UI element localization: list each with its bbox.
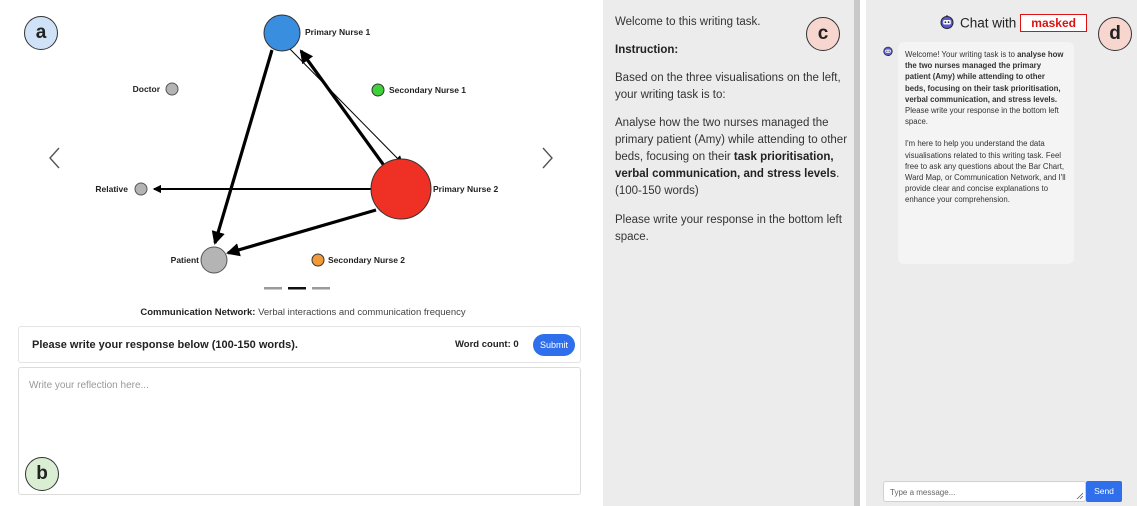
reflection-textarea[interactable] — [19, 368, 580, 494]
send-button[interactable]: Send — [1086, 481, 1122, 502]
word-count: Word count: 0 — [455, 339, 519, 350]
viz-caption: Communication Network: Verbal interactio… — [10, 307, 596, 318]
label-patient: Patient — [171, 255, 200, 265]
left-panel: Primary Nurse 1 Secondary Nurse 1 Doctor… — [10, 3, 596, 503]
panel-badge-b: b — [25, 457, 59, 491]
instruction-heading-text: Instruction: — [615, 44, 679, 56]
message-help-paragraph: I'm here to help you understand the data… — [905, 139, 1066, 205]
edge-pn2-to-pn1 — [299, 49, 390, 172]
node-secondary-nurse-2[interactable] — [311, 253, 325, 267]
instruction-panel: Welcome to this writing task. Instructio… — [603, 0, 854, 506]
prev-slide-button[interactable] — [44, 143, 68, 173]
panel-badge-c: c — [806, 17, 840, 51]
robot-icon — [883, 43, 893, 61]
node-doctor[interactable] — [165, 82, 179, 96]
response-title: Please write your response below (100-15… — [32, 339, 298, 351]
node-patient[interactable] — [200, 246, 228, 274]
network-graph: Primary Nurse 1 Secondary Nurse 1 Doctor… — [95, 14, 498, 290]
message-paragraph: Welcome! Your writing task is to analyse… — [905, 49, 1067, 127]
carousel-indicator[interactable] — [264, 287, 282, 290]
caption-description: Verbal interactions and communication fr… — [255, 307, 466, 318]
message-text-end: Please write your response in the bottom… — [905, 106, 1059, 127]
chat-header: Chat with masked — [940, 14, 1087, 34]
chat-panel: Chat with masked Welcome! Your writing ta… — [866, 0, 1137, 506]
panel-divider[interactable] — [854, 0, 860, 506]
panel-badge-a: a — [24, 16, 58, 50]
edge-pn1-to-patient — [211, 49, 274, 245]
chat-input[interactable] — [884, 483, 1085, 502]
edge-pn1-to-pn2 — [287, 46, 403, 164]
label-primary-nurse-2: Primary Nurse 2 — [433, 184, 498, 194]
node-relative[interactable] — [134, 182, 148, 196]
chat-input-box — [883, 481, 1086, 502]
chat-title: Chat with — [960, 15, 1017, 31]
communication-network-viz: Primary Nurse 1 Secondary Nurse 1 Doctor… — [10, 3, 596, 323]
resize-grip-icon[interactable] — [1076, 492, 1083, 499]
response-box — [18, 367, 581, 495]
assistant-message: Welcome! Your writing task is to analyse… — [898, 42, 1074, 264]
panel-badge-d: d — [1098, 17, 1132, 51]
edge-pn2-to-patient — [226, 208, 377, 257]
submit-button[interactable]: Submit — [533, 334, 575, 356]
instruction-task: Analyse how the two nurses managed the p… — [615, 115, 849, 200]
instruction-closing: Please write your response in the bottom… — [615, 214, 842, 243]
carousel-indicator[interactable] — [288, 287, 306, 290]
chevron-left-icon — [49, 147, 60, 169]
node-secondary-nurse-1[interactable] — [371, 83, 385, 97]
node-primary-nurse-2[interactable] — [370, 158, 432, 220]
message-text-start: Welcome! Your writing task is to — [905, 50, 1018, 59]
node-primary-nurse-1[interactable] — [263, 14, 301, 52]
robot-icon — [940, 14, 954, 32]
label-secondary-nurse-1: Secondary Nurse 1 — [389, 85, 466, 95]
masked-name-tag: masked — [1020, 14, 1087, 32]
label-doctor: Doctor — [133, 84, 161, 94]
label-relative: Relative — [95, 184, 128, 194]
chevron-right-icon — [542, 147, 553, 169]
carousel-indicators[interactable] — [264, 287, 330, 290]
caption-title: Communication Network: — [140, 307, 256, 318]
response-header: Please write your response below (100-15… — [18, 326, 581, 363]
carousel-indicator[interactable] — [312, 287, 330, 290]
next-slide-button[interactable] — [534, 143, 558, 173]
instruction-intro: Based on the three visualisations on the… — [615, 72, 841, 101]
label-primary-nurse-1: Primary Nurse 1 — [305, 27, 370, 37]
label-secondary-nurse-2: Secondary Nurse 2 — [328, 255, 405, 265]
